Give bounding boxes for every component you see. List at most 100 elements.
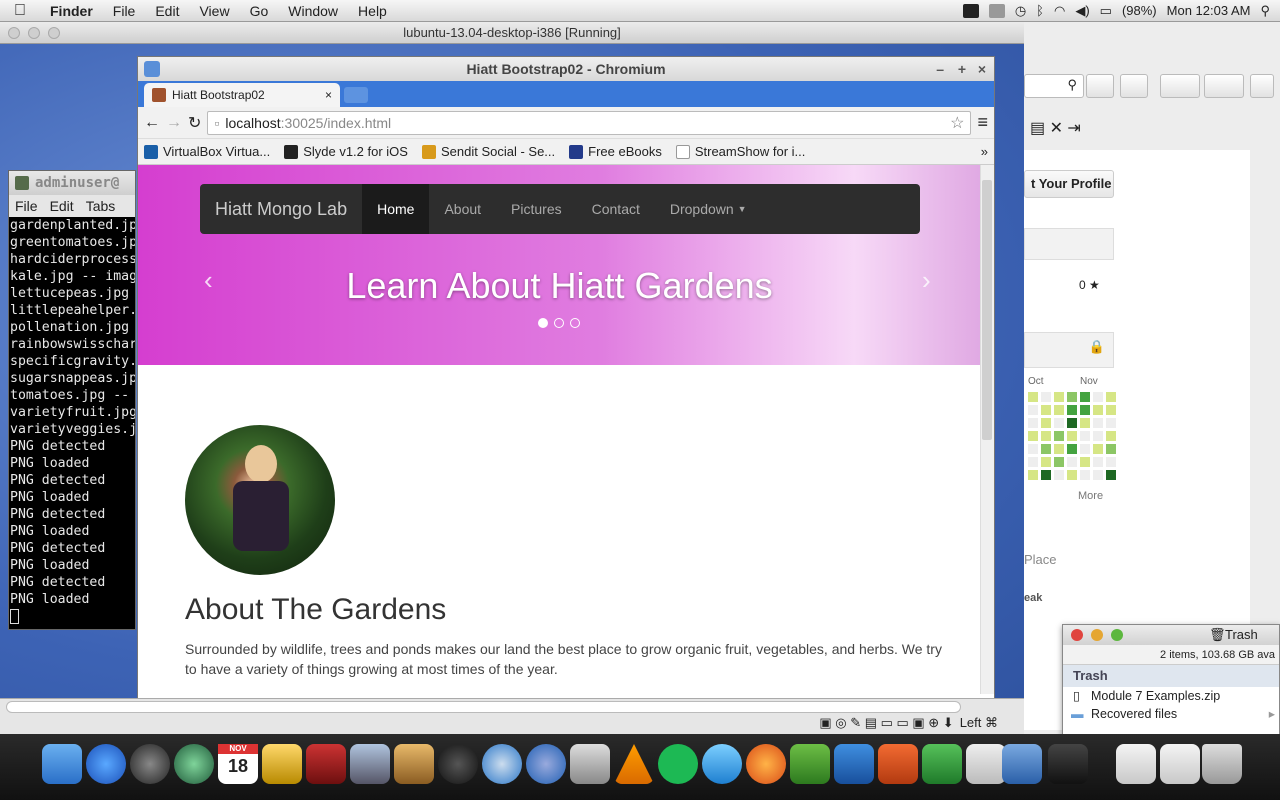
- nav-home[interactable]: Home: [362, 184, 430, 234]
- address-bar[interactable]: ▫ localhost:30025/index.html ☆: [207, 110, 972, 135]
- back-icon[interactable]: ←: [144, 114, 160, 132]
- vlc-icon[interactable]: [614, 744, 654, 784]
- app-store-icon[interactable]: [86, 744, 126, 784]
- nav-pictures[interactable]: Pictures: [496, 184, 577, 234]
- camera-icon[interactable]: [438, 744, 478, 784]
- wifi-icon[interactable]: ◠: [1054, 3, 1065, 19]
- dashboard-icon[interactable]: [130, 744, 170, 784]
- close-button[interactable]: [8, 27, 20, 39]
- chrome-menu-icon[interactable]: ≡: [977, 112, 988, 133]
- edit-profile-button[interactable]: t Your Profile: [1024, 170, 1114, 198]
- terminal-menu-tabs[interactable]: Tabs: [86, 198, 116, 214]
- grid-icon[interactable]: [988, 3, 1005, 18]
- trash-item-recovered[interactable]: ▬ Recovered files ▸: [1063, 705, 1279, 723]
- zoom-button[interactable]: [48, 27, 60, 39]
- menu-edit[interactable]: Edit: [145, 3, 189, 19]
- status-app-icon[interactable]: [962, 3, 979, 18]
- terminal-dock-icon[interactable]: [1048, 744, 1088, 784]
- firefox-icon[interactable]: [746, 744, 786, 784]
- new-tab-button[interactable]: [344, 87, 368, 103]
- word-icon[interactable]: [834, 744, 874, 784]
- clock[interactable]: Mon 12:03 AM: [1167, 3, 1251, 18]
- extension-icon[interactable]: [1204, 74, 1244, 98]
- toolbar-icons[interactable]: ▤ ✕ ⇥: [1030, 118, 1081, 138]
- calendar-icon[interactable]: NOV 18: [218, 744, 258, 784]
- preview-icon[interactable]: [350, 744, 390, 784]
- star-counter[interactable]: 0 ★: [1079, 278, 1100, 292]
- time-machine-icon[interactable]: [174, 744, 214, 784]
- menu-go[interactable]: Go: [240, 3, 279, 19]
- bookmark-virtualbox[interactable]: VirtualBox Virtua...: [144, 144, 270, 159]
- bookmark-star-icon[interactable]: [1160, 74, 1200, 98]
- carousel-indicator-3[interactable]: [570, 318, 580, 328]
- powerpoint-icon[interactable]: [878, 744, 918, 784]
- safari-icon[interactable]: [482, 744, 522, 784]
- itunes-icon[interactable]: [526, 744, 566, 784]
- downloads-stack-icon[interactable]: [1160, 744, 1200, 784]
- bookmark-streamshow[interactable]: StreamShow for i...: [675, 144, 805, 159]
- contribution-cell: [1080, 470, 1090, 480]
- textedit-icon[interactable]: [966, 744, 1006, 784]
- excel-icon[interactable]: [922, 744, 962, 784]
- minimize-icon[interactable]: –: [936, 57, 944, 81]
- finder-icon[interactable]: [42, 744, 82, 784]
- search-icon: ⚲: [1067, 77, 1077, 92]
- nav-dropdown[interactable]: Dropdown ▼: [655, 184, 762, 234]
- automator-icon[interactable]: [570, 744, 610, 784]
- evernote-icon[interactable]: [790, 744, 830, 784]
- trash-can-icon[interactable]: [1202, 744, 1242, 784]
- download-icon[interactable]: [1086, 74, 1114, 98]
- status-device-icons[interactable]: ▣ ◎ ✎ ▤ ▭ ▭ ▣ ⊕ ⬇: [819, 715, 953, 731]
- bookmark-free-ebooks[interactable]: Free eBooks: [569, 144, 662, 159]
- terminal-menu-file[interactable]: File: [15, 198, 38, 214]
- minimize-button[interactable]: [28, 27, 40, 39]
- carousel-indicator-1[interactable]: [538, 318, 548, 328]
- trash-item-zip[interactable]: ▯ Module 7 Examples.zip: [1063, 687, 1279, 705]
- carousel-indicator-2[interactable]: [554, 318, 564, 328]
- menu-app-finder[interactable]: Finder: [40, 3, 103, 19]
- forward-icon[interactable]: →: [166, 114, 182, 132]
- page-scrollbar[interactable]: [980, 165, 994, 694]
- nav-about[interactable]: About: [429, 184, 496, 234]
- site-brand[interactable]: Hiatt Mongo Lab: [200, 199, 362, 220]
- page-scrollbar-thumb[interactable]: [982, 180, 992, 440]
- more-link[interactable]: More: [1078, 490, 1103, 502]
- documents-stack-icon[interactable]: [1116, 744, 1156, 784]
- reload-icon[interactable]: ↻: [188, 113, 201, 133]
- menu-window[interactable]: Window: [278, 3, 348, 19]
- trash-zoom-button[interactable]: [1111, 629, 1123, 641]
- home-icon[interactable]: [1120, 74, 1148, 98]
- tab-close-icon[interactable]: ×: [325, 88, 332, 102]
- maximize-icon[interactable]: +: [958, 57, 966, 81]
- menu-file[interactable]: File: [103, 3, 146, 19]
- menu-view[interactable]: View: [189, 3, 239, 19]
- photo-booth-icon[interactable]: [306, 744, 346, 784]
- contribution-cell: [1041, 392, 1051, 402]
- spotify-icon[interactable]: [658, 744, 698, 784]
- battery-icon[interactable]: ▭: [1100, 3, 1112, 19]
- iphoto-icon[interactable]: [394, 744, 434, 784]
- trash-close-button[interactable]: [1071, 629, 1083, 641]
- imovie-icon[interactable]: [262, 744, 302, 784]
- messenger-icon[interactable]: [702, 744, 742, 784]
- spotlight-icon[interactable]: ⚲: [1260, 3, 1270, 19]
- tab-hiatt-bootstrap02[interactable]: Hiatt Bootstrap02 ×: [144, 83, 340, 107]
- background-search-field[interactable]: ⚲: [1024, 74, 1084, 98]
- apple-menu-icon[interactable]: : [0, 2, 40, 20]
- bluetooth-icon[interactable]: ᛒ: [1036, 3, 1044, 18]
- nav-contact[interactable]: Contact: [577, 184, 655, 234]
- time-machine-icon[interactable]: ◷: [1015, 3, 1026, 19]
- bookmarks-overflow[interactable]: »: [981, 144, 988, 159]
- menu-help[interactable]: Help: [348, 3, 397, 19]
- terminal-output[interactable]: gardenplanted.jp greentomatoes.jp hardcide…: [9, 217, 135, 624]
- volume-icon[interactable]: ◀): [1075, 3, 1089, 19]
- menu-chevron-icon[interactable]: [1250, 74, 1274, 98]
- virtualbox-icon[interactable]: [1002, 744, 1042, 784]
- horizontal-scrollbar[interactable]: [6, 701, 961, 713]
- terminal-menu-edit[interactable]: Edit: [50, 198, 74, 214]
- trash-minimize-button[interactable]: [1091, 629, 1103, 641]
- close-icon[interactable]: ×: [978, 57, 986, 81]
- bookmark-slyde[interactable]: Slyde v1.2 for iOS: [284, 144, 408, 159]
- bookmark-sendit[interactable]: Sendit Social - Se...: [421, 144, 555, 159]
- bookmark-star-icon[interactable]: ☆: [950, 113, 964, 133]
